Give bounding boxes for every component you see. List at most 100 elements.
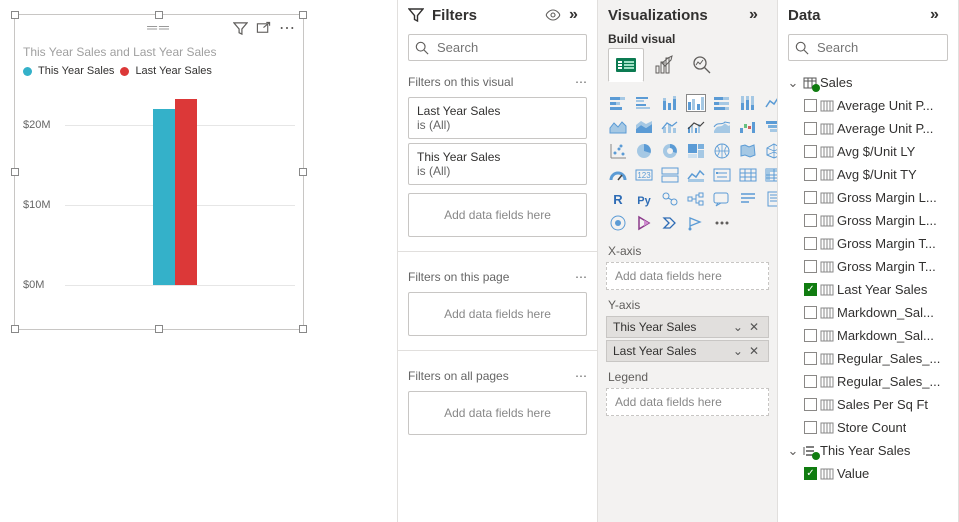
area-chart-icon[interactable]: [608, 118, 628, 136]
field-row[interactable]: Value: [784, 462, 954, 485]
resize-handle[interactable]: [11, 11, 19, 19]
field-row[interactable]: Last Year Sales: [784, 278, 954, 301]
field-checkbox[interactable]: [804, 191, 817, 204]
filter-card[interactable]: This Year Salesis (All): [408, 143, 587, 185]
arcgis-map-icon[interactable]: [608, 214, 628, 232]
field-row[interactable]: Average Unit P...: [784, 117, 954, 140]
collapse-panel-icon[interactable]: »: [569, 6, 587, 24]
field-checkbox[interactable]: [804, 329, 817, 342]
field-row[interactable]: Store Count: [784, 416, 954, 439]
visibility-icon[interactable]: [545, 9, 563, 21]
funnel-chart-icon[interactable]: [764, 118, 778, 136]
field-pill[interactable]: Last Year Sales⌄✕: [606, 340, 769, 362]
field-row[interactable]: Markdown_Sal...: [784, 324, 954, 347]
field-row[interactable]: Gross Margin T...: [784, 232, 954, 255]
kpi-icon[interactable]: [686, 166, 706, 184]
add-filter-dropzone[interactable]: Add data fields here: [408, 193, 587, 237]
section-more-icon[interactable]: [575, 270, 587, 284]
power-apps-icon[interactable]: [634, 214, 654, 232]
more-options-icon[interactable]: [279, 21, 295, 36]
format-visual-tab[interactable]: [646, 48, 682, 82]
caret-down-icon[interactable]: ⌄: [786, 75, 800, 91]
paginated-report-icon[interactable]: [764, 190, 778, 208]
goals-icon[interactable]: [686, 214, 706, 232]
field-checkbox[interactable]: [804, 352, 817, 365]
field-checkbox[interactable]: [804, 260, 817, 273]
more-visuals-icon[interactable]: [712, 214, 732, 232]
filled-map-icon[interactable]: [738, 142, 758, 160]
field-row[interactable]: Gross Margin L...: [784, 209, 954, 232]
resize-handle[interactable]: [299, 11, 307, 19]
card-icon[interactable]: 123: [634, 166, 654, 184]
matrix-icon[interactable]: [764, 166, 778, 184]
resize-handle[interactable]: [299, 325, 307, 333]
line-chart-icon[interactable]: [764, 94, 778, 112]
field-checkbox[interactable]: [804, 306, 817, 319]
chevron-down-icon[interactable]: ⌄: [730, 320, 746, 334]
report-canvas[interactable]: ══ This Year Sales and Last Year Sales T…: [0, 0, 398, 522]
build-visual-tab[interactable]: [608, 48, 644, 82]
caret-down-icon[interactable]: ⌄: [786, 443, 800, 459]
decomposition-tree-icon[interactable]: [686, 190, 706, 208]
pie-chart-icon[interactable]: [634, 142, 654, 160]
slicer-icon[interactable]: [712, 166, 732, 184]
table-node[interactable]: ⌄Sales: [784, 71, 954, 94]
legend-dropzone[interactable]: Add data fields here: [606, 388, 769, 416]
resize-handle[interactable]: [299, 168, 307, 176]
python-visual-icon[interactable]: Py: [634, 190, 654, 208]
add-filter-dropzone[interactable]: Add data fields here: [408, 292, 587, 336]
field-checkbox[interactable]: [804, 99, 817, 112]
resize-handle[interactable]: [11, 168, 19, 176]
field-checkbox[interactable]: [804, 168, 817, 181]
map-icon[interactable]: [712, 142, 732, 160]
gauge-icon[interactable]: [608, 166, 628, 184]
data-search[interactable]: [788, 34, 948, 61]
field-row[interactable]: Markdown_Sal...: [784, 301, 954, 324]
chart-bar[interactable]: [175, 99, 197, 285]
azure-map-icon[interactable]: [764, 142, 778, 160]
table-node[interactable]: ⌄This Year Sales: [784, 439, 954, 462]
resize-handle[interactable]: [11, 325, 19, 333]
line-clustered-column-chart-icon[interactable]: [686, 118, 706, 136]
field-row[interactable]: Average Unit P...: [784, 94, 954, 117]
field-checkbox[interactable]: [804, 398, 817, 411]
treemap-icon[interactable]: [686, 142, 706, 160]
line-stacked-column-chart-icon[interactable]: [660, 118, 680, 136]
field-row[interactable]: Regular_Sales_...: [784, 347, 954, 370]
ribbon-chart-icon[interactable]: [712, 118, 732, 136]
power-automate-icon[interactable]: [660, 214, 680, 232]
filter-icon[interactable]: [233, 21, 248, 36]
scatter-chart-icon[interactable]: [608, 142, 628, 160]
section-more-icon[interactable]: [575, 75, 587, 89]
field-row[interactable]: Sales Per Sq Ft: [784, 393, 954, 416]
chart-bar[interactable]: [153, 109, 175, 285]
smart-narrative-icon[interactable]: [738, 190, 758, 208]
stacked-bar-chart-icon[interactable]: [608, 94, 628, 112]
stacked-area-chart-icon[interactable]: [634, 118, 654, 136]
field-checkbox[interactable]: [804, 237, 817, 250]
multirow-card-icon[interactable]: [660, 166, 680, 184]
analytics-tab[interactable]: [684, 48, 720, 82]
remove-field-icon[interactable]: ✕: [746, 320, 762, 334]
field-checkbox[interactable]: [804, 421, 817, 434]
collapse-panel-icon[interactable]: »: [930, 6, 948, 24]
collapse-panel-icon[interactable]: »: [749, 6, 767, 24]
field-pill[interactable]: This Year Sales⌄✕: [606, 316, 769, 338]
field-checkbox[interactable]: [804, 467, 817, 480]
field-checkbox[interactable]: [804, 145, 817, 158]
field-row[interactable]: Gross Margin T...: [784, 255, 954, 278]
100-stacked-bar-chart-icon[interactable]: [712, 94, 732, 112]
table-icon[interactable]: [738, 166, 758, 184]
field-checkbox[interactable]: [804, 283, 817, 296]
move-grip-icon[interactable]: ══: [147, 19, 171, 35]
remove-field-icon[interactable]: ✕: [746, 344, 762, 358]
field-checkbox[interactable]: [804, 214, 817, 227]
field-row[interactable]: Gross Margin L...: [784, 186, 954, 209]
add-filter-dropzone[interactable]: Add data fields here: [408, 391, 587, 435]
chevron-down-icon[interactable]: ⌄: [730, 344, 746, 358]
waterfall-chart-icon[interactable]: [738, 118, 758, 136]
key-influencers-icon[interactable]: [660, 190, 680, 208]
search-input[interactable]: [435, 39, 598, 56]
xaxis-dropzone[interactable]: Add data fields here: [606, 262, 769, 290]
clustered-bar-chart-icon[interactable]: [634, 94, 654, 112]
